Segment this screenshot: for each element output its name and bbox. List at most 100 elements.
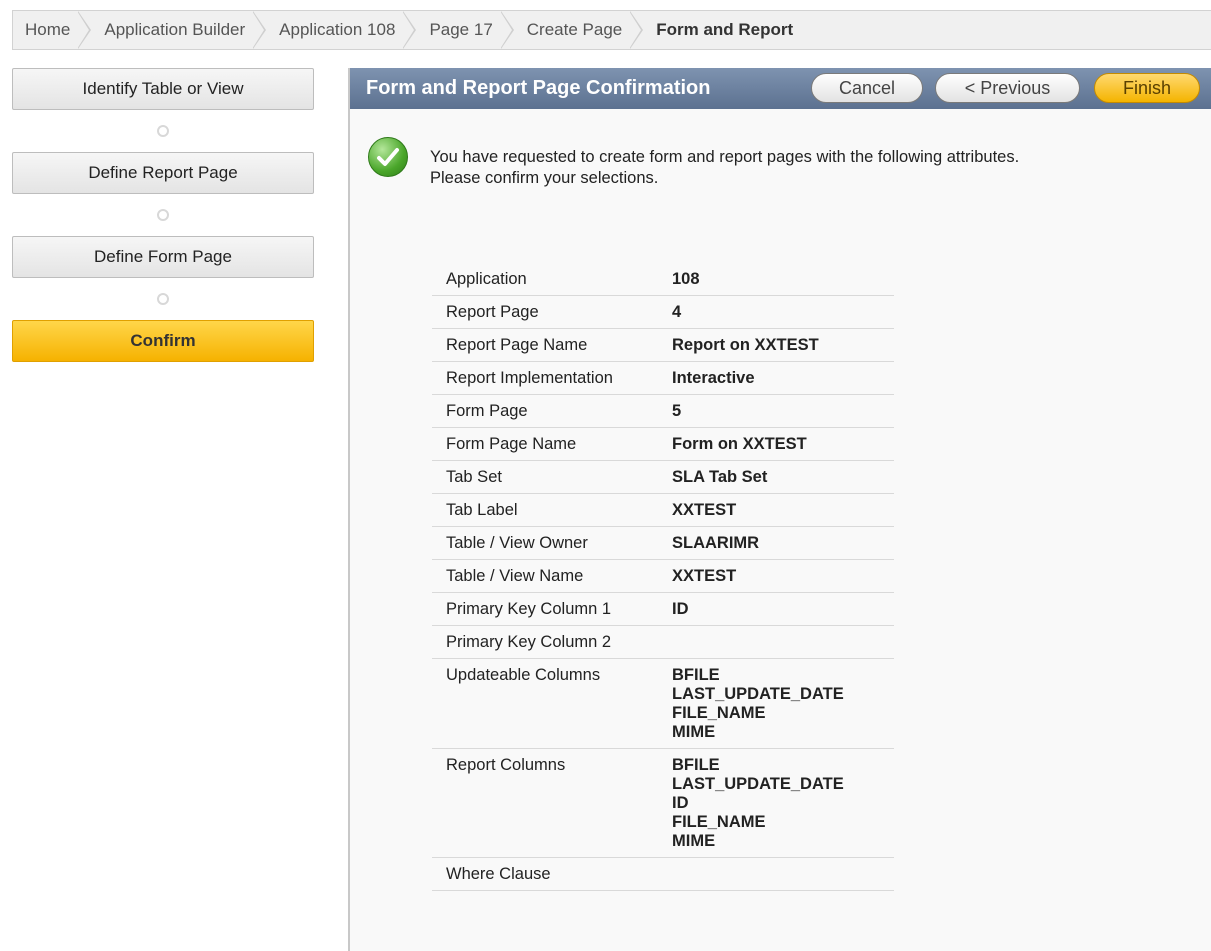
confirmation-region: Form and Report Page Confirmation Cancel… <box>348 68 1211 951</box>
attribute-value-line: LAST_UPDATE_DATE <box>672 685 844 703</box>
attribute-value-line: Interactive <box>672 369 755 387</box>
breadcrumb-label[interactable]: Application Builder <box>104 20 245 40</box>
table-row: Updateable Columns BFILE LAST_UPDATE_DATE F… <box>432 659 894 749</box>
table-row: Tab Set SLA Tab Set <box>432 461 894 494</box>
table-row: Application 108 <box>432 263 894 296</box>
breadcrumb-label[interactable]: Page 17 <box>429 20 492 40</box>
table-row: Report Page Name Report on XXTEST <box>432 329 894 362</box>
attribute-value: SLAARIMR <box>656 527 894 560</box>
wizard-step-identify-table[interactable]: Identify Table or View <box>12 68 314 110</box>
attribute-value-line: ID <box>672 600 689 618</box>
attribute-value: ID <box>656 593 894 626</box>
breadcrumb-application-builder[interactable]: Application Builder <box>92 11 267 49</box>
table-row: Where Clause <box>432 858 894 891</box>
table-row: Primary Key Column 2 <box>432 626 894 659</box>
attribute-value-line: ID <box>672 794 689 812</box>
attribute-label: Tab Label <box>446 501 518 519</box>
attribute-value: 4 <box>656 296 894 329</box>
step-connector <box>12 110 314 152</box>
attribute-value: 108 <box>656 263 894 296</box>
wizard-steps: Identify Table or View Define Report Pag… <box>12 68 314 362</box>
connector-dot-icon <box>157 293 169 305</box>
attribute-label: Report Page Name <box>446 336 588 354</box>
attribute-label: Report Implementation <box>446 369 613 387</box>
table-row: Primary Key Column 1 ID <box>432 593 894 626</box>
table-row: Report Page 4 <box>432 296 894 329</box>
attribute-label: Application <box>446 270 527 288</box>
region-header: Form and Report Page Confirmation Cancel… <box>350 68 1211 109</box>
attribute-label: Primary Key Column 2 <box>446 633 612 651</box>
breadcrumb-application[interactable]: Application 108 <box>267 11 417 49</box>
attribute-value: BFILE LAST_UPDATE_DATE FILE_NAME MIME <box>656 659 894 749</box>
table-row: Report Implementation Interactive <box>432 362 894 395</box>
attributes-table-body: Application 108 Report Page 4 Report Page Na… <box>432 263 894 891</box>
region-title: Form and Report Page Confirmation <box>366 77 711 99</box>
table-row: Report Columns BFILE LAST_UPDATE_DATE ID FIL… <box>432 749 894 858</box>
attribute-value: SLA Tab Set <box>656 461 894 494</box>
attribute-label: Where Clause <box>446 865 551 883</box>
table-row: Table / View Owner SLAARIMR <box>432 527 894 560</box>
breadcrumb-label: Form and Report <box>656 20 794 39</box>
breadcrumb-label[interactable]: Create Page <box>527 20 622 40</box>
attribute-value-line: BFILE <box>672 756 720 774</box>
breadcrumb-create-page[interactable]: Create Page <box>515 11 644 49</box>
attribute-value-line: MIME <box>672 723 716 741</box>
breadcrumb-separator-icon <box>402 11 417 49</box>
breadcrumb: Home Application Builder Application 108… <box>12 10 1211 50</box>
breadcrumb-label[interactable]: Application 108 <box>279 20 395 40</box>
attribute-label: Report Columns <box>446 756 566 774</box>
attribute-label: Table / View Owner <box>446 534 588 552</box>
breadcrumb-separator-icon <box>77 11 92 49</box>
step-connector <box>12 194 314 236</box>
attribute-value-line: 108 <box>672 270 700 288</box>
wizard-step-define-form[interactable]: Define Form Page <box>12 236 314 278</box>
attribute-label: Report Page <box>446 303 539 321</box>
confirmation-message: You have requested to create form and re… <box>430 147 1190 189</box>
attribute-value: XXTEST <box>656 494 894 527</box>
attribute-value-line: MIME <box>672 832 716 850</box>
attribute-value-line: XXTEST <box>672 567 737 585</box>
attribute-value <box>656 626 894 659</box>
attribute-label: Form Page Name <box>446 435 577 453</box>
attribute-value-line: FILE_NAME <box>672 813 766 831</box>
attribute-value: BFILE LAST_UPDATE_DATE ID FILE_NAME MIME <box>656 749 894 858</box>
attributes-table: Application 108 Report Page 4 Report Page Na… <box>432 263 894 891</box>
cancel-button[interactable]: Cancel <box>811 73 923 103</box>
attribute-value-line: 5 <box>672 402 682 420</box>
finish-button[interactable]: Finish <box>1094 73 1200 103</box>
checkmark-glyph <box>377 148 399 166</box>
breadcrumb-label[interactable]: Home <box>25 20 70 40</box>
attribute-value-line: BFILE <box>672 666 720 684</box>
check-circle-icon <box>368 137 408 177</box>
attribute-label: Primary Key Column 1 <box>446 600 612 618</box>
attribute-label: Tab Set <box>446 468 502 486</box>
attribute-value-line: Form on XXTEST <box>672 435 807 453</box>
attribute-value-line: XXTEST <box>672 501 737 519</box>
wizard-step-define-report[interactable]: Define Report Page <box>12 152 314 194</box>
connector-dot-icon <box>157 125 169 137</box>
attribute-value: XXTEST <box>656 560 894 593</box>
attribute-value-line: FILE_NAME <box>672 704 766 722</box>
table-row: Table / View Name XXTEST <box>432 560 894 593</box>
breadcrumb-page[interactable]: Page 17 <box>417 11 514 49</box>
attribute-value-line: 4 <box>672 303 682 321</box>
attribute-value <box>656 858 894 891</box>
breadcrumb-current: Form and Report <box>644 11 793 49</box>
attribute-value: 5 <box>656 395 894 428</box>
attribute-value: Form on XXTEST <box>656 428 894 461</box>
breadcrumb-separator-icon <box>499 11 515 49</box>
table-row: Form Page 5 <box>432 395 894 428</box>
breadcrumb-home[interactable]: Home <box>13 11 92 49</box>
attribute-label: Updateable Columns <box>446 666 601 684</box>
table-row: Form Page Name Form on XXTEST <box>432 428 894 461</box>
connector-dot-icon <box>157 209 169 221</box>
confirmation-message-line: You have requested to create form and re… <box>430 148 1020 166</box>
table-row: Tab Label XXTEST <box>432 494 894 527</box>
previous-button[interactable]: < Previous <box>935 73 1080 103</box>
wizard-step-confirm: Confirm <box>12 320 314 362</box>
breadcrumb-separator-icon <box>252 11 267 49</box>
attribute-value-line: Report on XXTEST <box>672 336 819 354</box>
attribute-value-line: SLAARIMR <box>672 534 760 552</box>
breadcrumb-separator-icon <box>629 11 644 49</box>
attribute-label: Form Page <box>446 402 528 420</box>
